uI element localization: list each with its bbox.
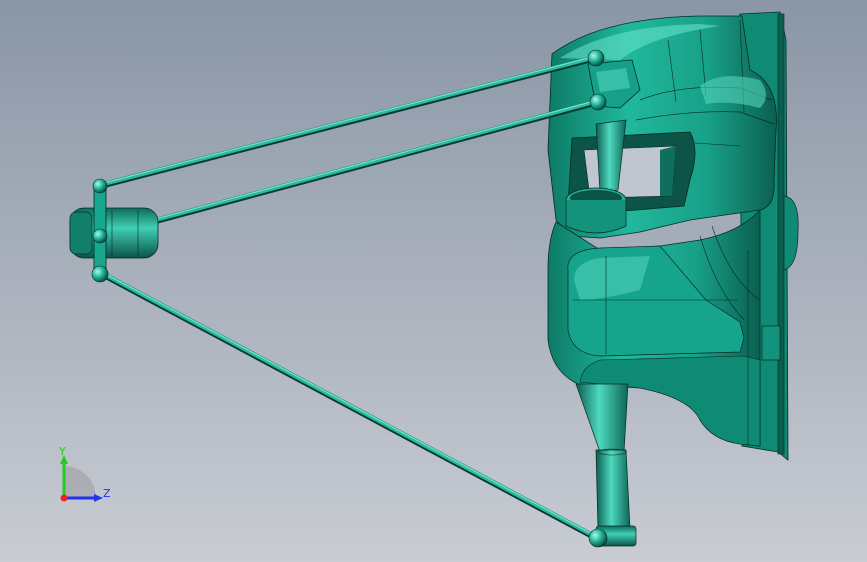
lower-leg-tube[interactable] — [575, 383, 637, 547]
coordinate-triad: Y Z — [58, 445, 111, 502]
x-axis-dot — [60, 494, 68, 502]
triad-arc — [64, 466, 96, 498]
end-effector[interactable] — [69, 183, 159, 277]
z-axis-arrowhead — [94, 494, 103, 502]
y-axis-label: Y — [58, 445, 66, 458]
z-axis-label: Z — [103, 487, 111, 500]
3d-viewport[interactable]: Y Z — [0, 0, 867, 562]
link-rods[interactable] — [97, 55, 601, 541]
robot-model[interactable]: Y Z — [0, 0, 867, 562]
